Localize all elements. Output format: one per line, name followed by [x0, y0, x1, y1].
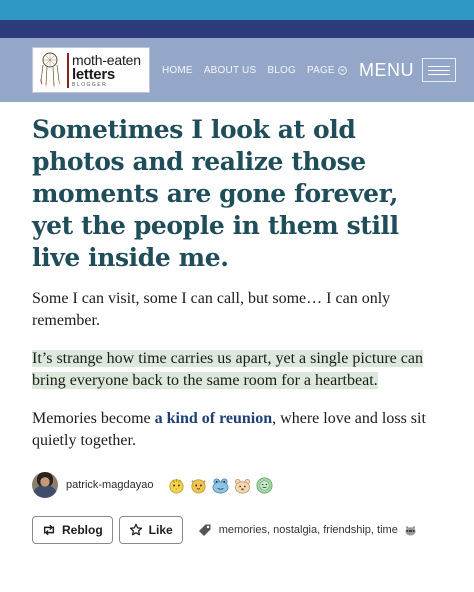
- tag-icon: [197, 522, 213, 538]
- like-label: Like: [148, 523, 173, 537]
- post-actions: Reblog Like memories, nostalgia, friends…: [32, 516, 442, 544]
- avatar[interactable]: [32, 472, 58, 498]
- star-icon: [129, 523, 142, 536]
- reblog-button[interactable]: Reblog: [32, 516, 113, 544]
- post-paragraph-2: It’s strange how time carries us apart, …: [32, 348, 442, 392]
- nav-about-us[interactable]: ABOUT US: [204, 65, 257, 76]
- author-name[interactable]: patrick-magdayao: [66, 479, 153, 491]
- hamburger-icon[interactable]: [422, 58, 456, 82]
- bear-badge-icon[interactable]: [233, 476, 252, 495]
- dreamcatcher-illustration-icon: [40, 52, 61, 88]
- cat-badge-icon[interactable]: [189, 476, 208, 495]
- frog-badge-icon[interactable]: [211, 476, 230, 495]
- nav-home[interactable]: HOME: [162, 65, 193, 76]
- logo-line-2: letters: [72, 65, 115, 83]
- badge-list: [167, 476, 274, 495]
- logo-wordmark: moth-eaten letters BLOGGER: [67, 51, 141, 88]
- reblog-label: Reblog: [62, 523, 103, 537]
- menu-toggle[interactable]: MENU: [359, 58, 456, 82]
- logo-line-1: moth-eaten: [72, 51, 141, 68]
- reblog-icon: [43, 524, 55, 536]
- post-paragraph-1: Some I can visit, some I can call, but s…: [32, 290, 391, 329]
- post-title: Sometimes I look at old photos and reali…: [32, 115, 399, 272]
- nav-blog[interactable]: BLOG: [267, 65, 296, 76]
- like-button[interactable]: Like: [118, 516, 183, 544]
- menu-label: MENU: [359, 59, 414, 80]
- site-header: moth-eaten letters BLOGGER HOME ABOUT US…: [0, 38, 474, 102]
- highlighted-text: It’s strange how time carries us apart, …: [32, 350, 423, 389]
- chick-badge-icon[interactable]: [167, 476, 186, 495]
- chevron-down-circle-icon: [337, 65, 347, 75]
- secondary-color-band: [0, 20, 474, 38]
- author-row: patrick-magdayao: [32, 472, 442, 498]
- reunion-link[interactable]: a kind of reunion: [155, 410, 273, 427]
- blog-post: Sometimes I look at old photos and reali…: [0, 102, 474, 544]
- smile-badge-icon[interactable]: [255, 476, 274, 495]
- nav-page-dropdown[interactable]: PAGE: [307, 65, 347, 76]
- paragraph-3-text-start: Memories become: [32, 410, 155, 427]
- site-logo[interactable]: moth-eaten letters BLOGGER: [32, 47, 150, 93]
- raccoon-icon: [405, 525, 416, 536]
- main-nav: HOME ABOUT US BLOG PAGE: [162, 65, 347, 76]
- post-paragraph-3: Memories become a kind of reunion, where…: [32, 408, 442, 452]
- nav-page-label: PAGE: [306, 64, 335, 76]
- top-color-band: [0, 0, 474, 20]
- logo-line-3: BLOGGER: [72, 81, 108, 88]
- tag-list: memories, nostalgia, friendship, time: [197, 522, 417, 538]
- tags-text[interactable]: memories, nostalgia, friendship, time: [219, 524, 398, 536]
